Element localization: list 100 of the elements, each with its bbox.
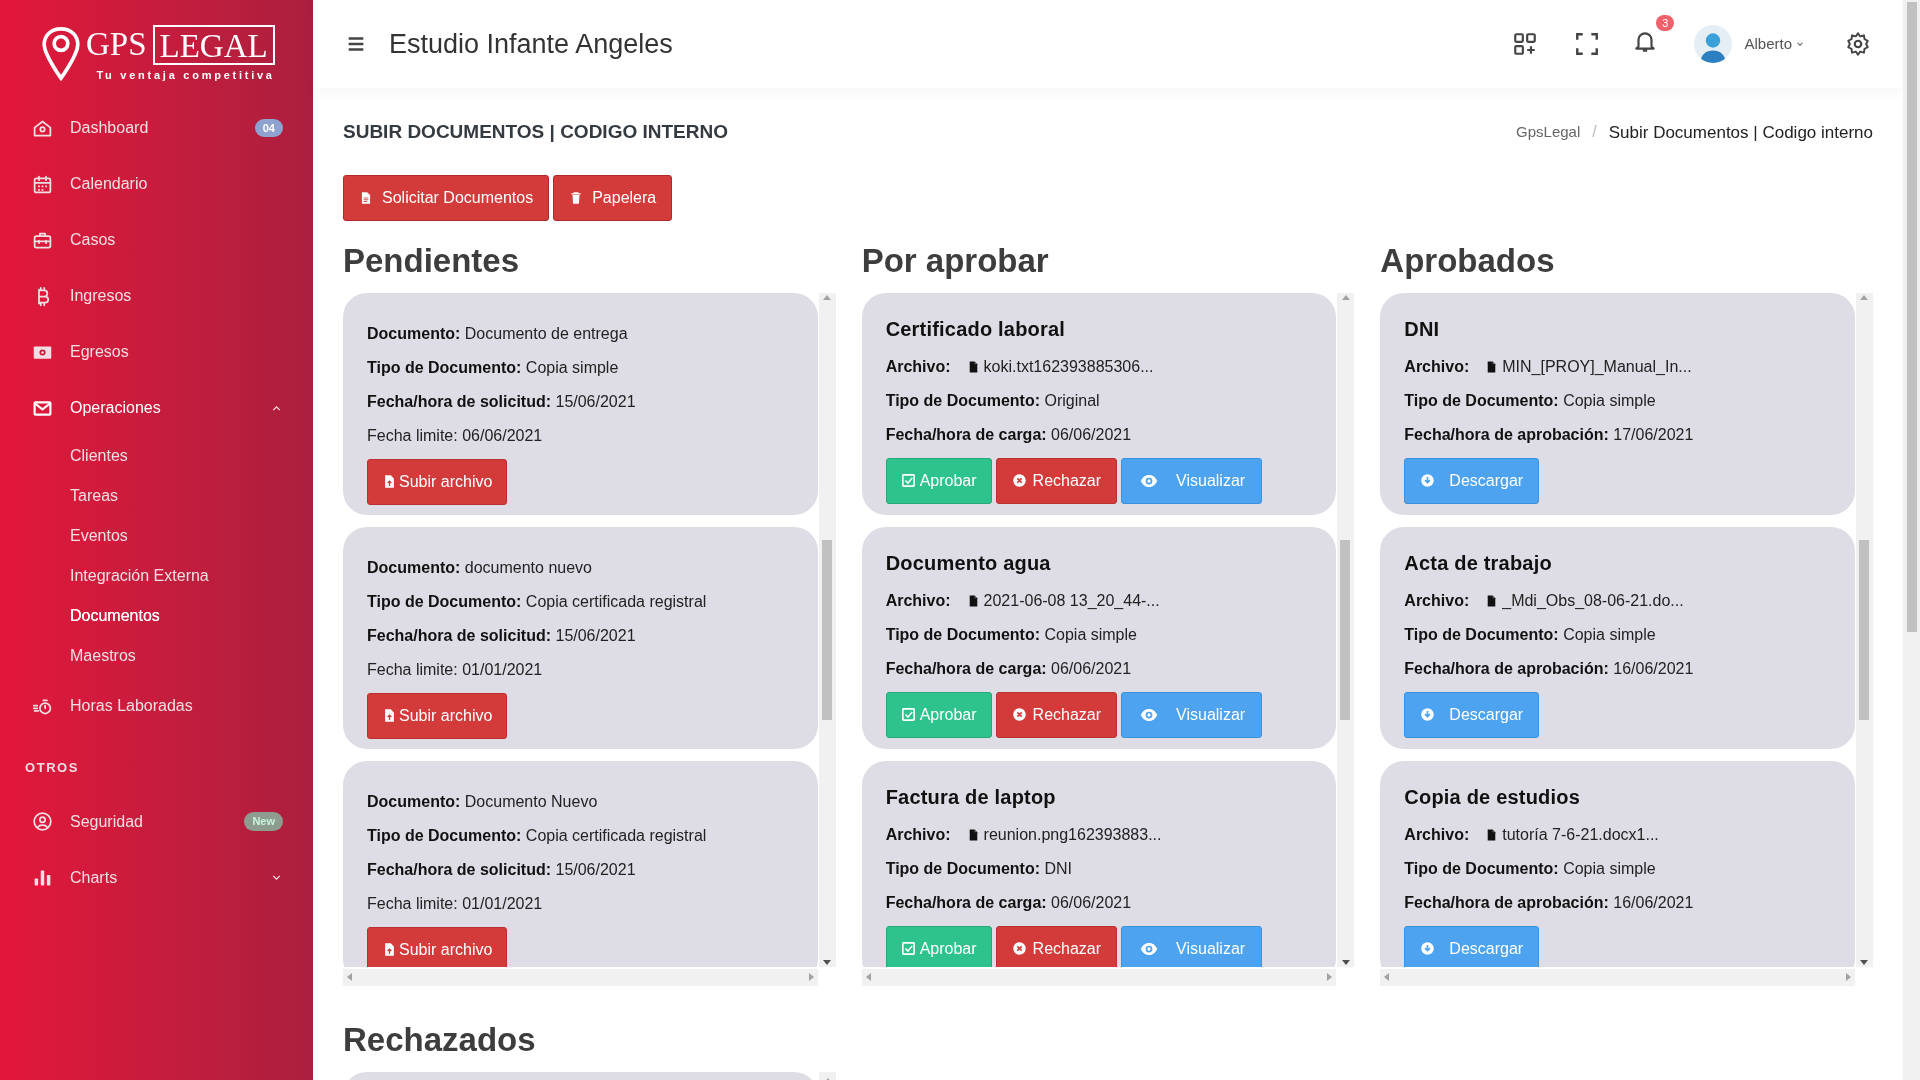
sidebar-item[interactable]: Charts <box>0 849 313 906</box>
field-text: Tipo de Documento: Copia simple <box>1404 624 1657 645</box>
field-text: Tipo de Documento: Copia simple <box>367 357 620 378</box>
reject-button[interactable]: Rechazar <box>995 925 1118 967</box>
notification-count: 3 <box>1656 14 1675 31</box>
download-icon <box>1420 941 1436 956</box>
card-title: Documento agua <box>885 550 1052 575</box>
view-button[interactable]: Visualizar <box>1121 925 1263 967</box>
file-upload-icon <box>382 942 397 957</box>
field-text: Fecha limite: 01/01/2021 <box>367 893 544 914</box>
submenu-item[interactable]: Eventos <box>0 516 313 556</box>
user-icon <box>32 811 53 832</box>
sidebar-item[interactable]: Casos <box>0 212 313 268</box>
document-icon <box>359 189 373 206</box>
sidebar-item[interactable]: Seguridad New <box>0 793 313 850</box>
field-text: Fecha/hora de solicitud: 15/06/2021 <box>367 391 637 412</box>
file-upload-icon <box>382 708 397 723</box>
x-circle-icon <box>1011 941 1027 956</box>
sidebar-item[interactable]: Dashboard 04 <box>0 100 313 156</box>
download-button[interactable]: Descargar <box>1404 925 1540 967</box>
field-text: Fecha/hora de carga: 06/06/2021 <box>885 424 1133 445</box>
approve-button[interactable]: Aprobar <box>885 457 992 504</box>
scrollbar[interactable] <box>1337 292 1355 967</box>
submenu-item[interactable]: Documentos <box>0 596 313 636</box>
upload-button[interactable]: Subir archivo <box>367 692 508 739</box>
submenu-item[interactable]: Clientes <box>0 436 313 476</box>
calendar-icon <box>32 173 53 195</box>
scrollbar[interactable] <box>343 968 818 986</box>
download-icon <box>1420 473 1436 488</box>
card-title: Factura de laptop <box>885 784 1057 809</box>
field-label: Archivo: <box>1404 356 1470 377</box>
breadcrumb-link[interactable]: GpsLegal <box>1516 121 1581 144</box>
field-label: Archivo: <box>885 356 951 377</box>
reject-button[interactable]: Rechazar <box>995 691 1118 738</box>
sidebar-item[interactable]: Calendario <box>0 156 313 212</box>
field-text: Fecha limite: 01/01/2021 <box>367 659 544 680</box>
download-button[interactable]: Descargar <box>1404 457 1540 504</box>
reject-button[interactable]: Rechazar <box>995 457 1118 504</box>
trash-icon <box>569 189 584 206</box>
page-heading: Estudio Infante Angeles <box>389 27 673 61</box>
scrollbar[interactable] <box>818 292 836 967</box>
field-text: Documento: Documento de entrega <box>367 323 629 344</box>
sidebar-item[interactable]: Egresos <box>0 324 313 380</box>
file-name: reunion.png162393883... <box>983 824 1162 845</box>
column-heading: Aprobados <box>1380 240 1556 281</box>
submenu-item[interactable]: Integración Externa <box>0 556 313 596</box>
action-button[interactable]: Solicitar Documentos <box>343 174 550 221</box>
field-text: Tipo de Documento: Original <box>885 390 1101 411</box>
field-text: Fecha/hora de aprobación: 17/06/2021 <box>1404 424 1695 445</box>
submenu-item[interactable]: Maestros <box>0 636 313 676</box>
sidebar-item[interactable]: Ingresos <box>0 268 313 324</box>
x-circle-icon <box>1011 473 1027 488</box>
submenu-item[interactable]: Tareas <box>0 476 313 516</box>
badge: New <box>244 812 283 831</box>
card-title: Certificado laboral <box>885 316 1067 341</box>
field-text: Tipo de Documento: DNI <box>885 858 1074 879</box>
field-text: Fecha/hora de carga: 06/06/2021 <box>885 892 1133 913</box>
file-name: _Mdi_Obs_08-06-21.do... <box>1502 590 1684 611</box>
field-text: Documento: documento nuevo <box>367 557 593 578</box>
checkbox-icon <box>900 707 916 722</box>
field-label: Archivo: <box>885 824 951 845</box>
column-heading: Por aprobar <box>861 240 1050 281</box>
upload-button[interactable]: Subir archivo <box>367 458 508 505</box>
field-text: Documento: Documento Nuevo <box>367 791 599 812</box>
file-upload-icon <box>382 474 397 489</box>
field-text: Tipo de Documento: Copia simple <box>1404 858 1657 879</box>
section-heading: OTROS <box>24 759 81 777</box>
sidebar-item[interactable]: Operaciones <box>0 380 313 436</box>
x-circle-icon <box>1011 707 1027 722</box>
file-name: 2021-06-08 13_20_44-... <box>983 590 1160 611</box>
field-text: Tipo de Documento: Copia simple <box>885 624 1138 645</box>
settings-button[interactable] <box>1845 31 1871 57</box>
approve-button[interactable]: Aprobar <box>885 691 992 738</box>
column-heading: Rechazados <box>343 1019 537 1060</box>
download-icon <box>1420 707 1436 722</box>
upload-button[interactable]: Subir archivo <box>367 926 508 967</box>
logo-text: LEGAL <box>152 24 275 65</box>
logo-text: GPS <box>86 28 147 62</box>
badge: 04 <box>254 118 283 138</box>
card-title: Acta de trabajo <box>1404 550 1553 575</box>
approve-button[interactable]: Aprobar <box>885 925 992 967</box>
view-button[interactable]: Visualizar <box>1121 691 1263 738</box>
field-text: Fecha/hora de aprobación: 16/06/2021 <box>1404 892 1695 913</box>
scrollbar[interactable] <box>861 968 1337 986</box>
scrollbar[interactable] <box>1856 292 1873 967</box>
file-name: tutoría 7-6-21.docx1... <box>1502 824 1659 845</box>
sidebar-item[interactable]: Horas Laboradas <box>0 678 313 734</box>
action-button[interactable]: Papelera <box>553 174 673 221</box>
field-label: Archivo: <box>1404 824 1470 845</box>
download-button[interactable]: Descargar <box>1404 691 1540 738</box>
card-title: Copia de estudios <box>1404 784 1581 809</box>
breadcrumb-separator: / <box>1592 122 1597 143</box>
column-heading: Pendientes <box>343 240 521 281</box>
field-text: Tipo de Documento: Copia certificada registral <box>367 591 708 612</box>
page-scrollbar[interactable] <box>1903 0 1920 1080</box>
field-text: Fecha/hora de solicitud: 15/06/2021 <box>367 625 637 646</box>
view-button[interactable]: Visualizar <box>1121 457 1263 504</box>
user-menu-button[interactable]: Alberto <box>1744 32 1805 56</box>
file-name: MIN_[PROY]_Manual_In... <box>1502 356 1692 377</box>
scrollbar[interactable] <box>1380 968 1855 986</box>
